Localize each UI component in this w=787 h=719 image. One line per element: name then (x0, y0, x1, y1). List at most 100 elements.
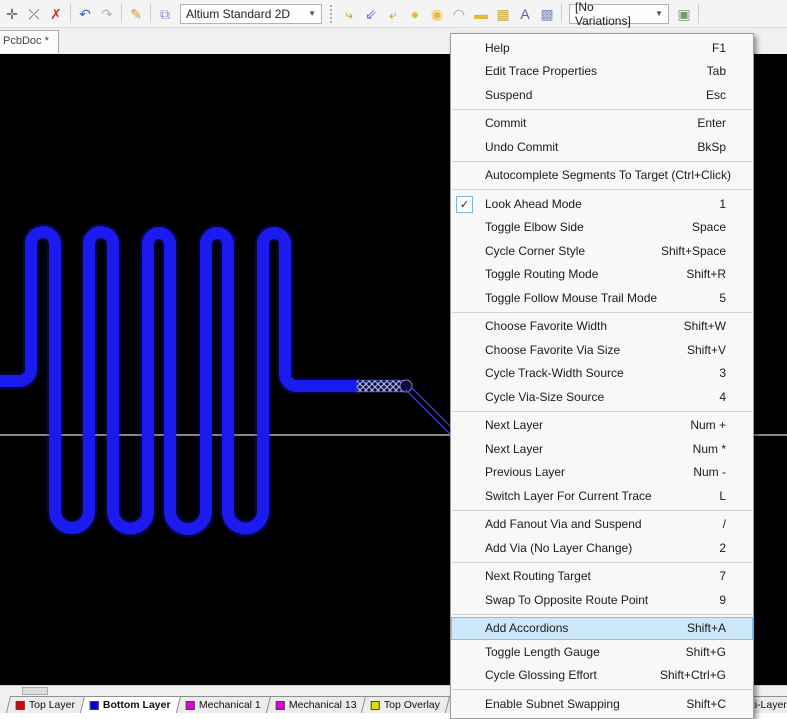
toolbar-icon-glyph: ✗ (50, 7, 62, 21)
menu-item-shortcut: 2 (719, 541, 726, 555)
interactive-routing-icon[interactable]: ⤷ (338, 3, 360, 25)
menu-separator (452, 562, 752, 563)
toolbar-icon-glyph: ⧉ (160, 7, 170, 21)
clear-filter-icon[interactable]: ✗ (45, 3, 67, 25)
context-menu-item[interactable]: ✓ Suspend Esc (451, 83, 753, 107)
menu-item-label: Toggle Elbow Side (485, 220, 684, 234)
view-configuration-dropdown[interactable]: Altium Standard 2D ▼ (180, 4, 322, 24)
menu-item-label: Toggle Length Gauge (485, 645, 678, 659)
menu-item-shortcut: / (723, 517, 726, 531)
context-menu-item[interactable]: ✓ Look Ahead Mode 1 (451, 192, 753, 216)
toolbar-icon-glyph: ⤫ (28, 7, 39, 21)
context-menu-item[interactable]: ✓ Cycle Corner Style Shift+Space (451, 239, 753, 263)
layer-color-swatch (16, 701, 25, 710)
toolbar-icon-glyph: ▬ (474, 7, 488, 21)
variations-dropdown[interactable]: [No Variations] ▼ (569, 4, 669, 24)
toolbar-separator (121, 4, 122, 23)
context-menu-item[interactable]: ✓ Add Via (No Layer Change) 2 (451, 536, 753, 560)
diff-pair-routing-icon[interactable]: ⤶ (382, 3, 404, 25)
layer-tab[interactable]: Bottom Layer (80, 696, 181, 713)
context-menu-item[interactable]: ✓ Add Fanout Via and Suspend / (451, 513, 753, 537)
pad-array-icon[interactable]: ▦ (492, 3, 514, 25)
magic-wand-icon[interactable]: ✎ (125, 3, 147, 25)
context-menu-item[interactable]: ✓ Switch Layer For Current Trace L (451, 484, 753, 508)
cursor-jump-icon[interactable]: ✛ (1, 3, 23, 25)
layer-color-swatch (90, 701, 99, 710)
context-menu-item[interactable]: ✓ Next Layer Num * (451, 437, 753, 461)
document-tab-pcbdoc[interactable]: PcbDoc * (0, 30, 59, 53)
context-menu-item[interactable]: ✓ Cycle Via-Size Source 4 (451, 385, 753, 409)
menu-item-shortcut: F1 (712, 41, 726, 55)
layer-tab-label: Bottom Layer (103, 699, 171, 711)
context-menu-item[interactable]: ✓ Choose Favorite Via Size Shift+V (451, 338, 753, 362)
context-menu-item[interactable]: ✓ Cycle Glossing Effort Shift+Ctrl+G (451, 664, 753, 688)
menu-item-shortcut: Tab (707, 64, 726, 78)
serpentine-trace (0, 232, 360, 529)
toolbar-grip-handle[interactable] (330, 5, 334, 23)
menu-item-shortcut: 4 (719, 390, 726, 404)
context-menu-item[interactable]: ✓ Undo Commit BkSp (451, 135, 753, 159)
redo-icon[interactable]: ↷ (96, 3, 118, 25)
route-arrow-icon[interactable]: ⇙ (360, 3, 382, 25)
menu-item-label: Commit (485, 116, 689, 130)
context-menu-item[interactable]: ✓ Cycle Track-Width Source 3 (451, 362, 753, 386)
layer-tab[interactable]: Top Layer (6, 696, 85, 713)
toolbar-icon-glyph: ⤷ (345, 7, 353, 21)
context-menu-item[interactable]: ✓ Toggle Length Gauge Shift+G (451, 640, 753, 664)
context-menu-item[interactable]: ✓ Help F1 (451, 36, 753, 60)
string-icon[interactable]: A (514, 3, 536, 25)
toolbar-icon-glyph: ▦ (496, 7, 509, 21)
via-icon[interactable]: ◉ (426, 3, 448, 25)
pad-icon[interactable]: ● (404, 3, 426, 25)
undo-icon[interactable]: ↶ (74, 3, 96, 25)
break-track-icon[interactable]: ⤫ (23, 3, 45, 25)
context-menu-item[interactable]: ✓ Toggle Follow Mouse Trail Mode 5 (451, 286, 753, 310)
view-configuration-icon[interactable]: ⧉ (154, 3, 176, 25)
layer-tab[interactable]: Mechanical 1 (176, 696, 271, 713)
main-toolbar: ✛ ⤫ ✗ ↶ ↷ ✎ ⧉ Altium Standard 2D ▼ (0, 0, 787, 28)
menu-item-shortcut: Shift+A (687, 621, 726, 635)
menu-item-label: Choose Favorite Via Size (485, 343, 679, 357)
horizontal-scrollbar-thumb[interactable] (22, 687, 48, 695)
layer-tab-label: Mechanical 1 (199, 699, 261, 711)
arc-icon[interactable]: ◠ (448, 3, 470, 25)
context-menu-item[interactable]: ✓ Toggle Elbow Side Space (451, 216, 753, 240)
context-menu-item[interactable]: ✓ Add Accordions Shift+A (451, 617, 753, 641)
toolbar-icon-glyph: ⤶ (389, 7, 397, 21)
menu-item-label: Look Ahead Mode (485, 197, 711, 211)
layer-tab[interactable]: Mechanical 13 (266, 696, 367, 713)
menu-item-label: Add Accordions (485, 621, 679, 635)
menu-item-shortcut: 7 (719, 569, 726, 583)
context-menu-item[interactable]: ✓ Next Routing Target 7 (451, 565, 753, 589)
context-menu-item[interactable]: ✓ Autocomplete Segments To Target (Ctrl+… (451, 164, 753, 188)
menu-item-shortcut: Shift+V (687, 343, 726, 357)
layer-tab-label: Top Overlay (384, 699, 440, 711)
menu-item-label: Autocomplete Segments To Target (Ctrl+Cl… (485, 168, 731, 182)
menu-item-label: Next Layer (485, 418, 682, 432)
context-menu-item[interactable]: ✓ Commit Enter (451, 112, 753, 136)
context-menu-item[interactable]: ✓ Enable Subnet Swapping Shift+C (451, 692, 753, 716)
context-menu-item[interactable]: ✓ Previous Layer Num - (451, 461, 753, 485)
menu-separator (452, 411, 752, 412)
menu-item-shortcut: Shift+R (686, 267, 726, 281)
chevron-down-icon: ▼ (655, 9, 663, 18)
layer-tab[interactable]: Top Overlay (361, 696, 450, 713)
menu-item-label: Suspend (485, 88, 698, 102)
menu-item-label: Swap To Opposite Route Point (485, 593, 711, 607)
context-menu-item[interactable]: ✓ Next Layer Num + (451, 414, 753, 438)
menu-item-shortcut: Shift+G (686, 645, 726, 659)
variant-icon[interactable]: ▣ (673, 3, 695, 25)
context-menu-item[interactable]: ✓ Swap To Opposite Route Point 9 (451, 588, 753, 612)
fill-icon[interactable]: ▬ (470, 3, 492, 25)
menu-item-label: Toggle Follow Mouse Trail Mode (485, 291, 711, 305)
menu-item-label: Switch Layer For Current Trace (485, 489, 711, 503)
context-menu-item[interactable]: ✓ Choose Favorite Width Shift+W (451, 315, 753, 339)
component-icon[interactable]: ▩ (536, 3, 558, 25)
menu-item-shortcut: 3 (719, 366, 726, 380)
menu-item-label: Undo Commit (485, 140, 689, 154)
context-menu-item[interactable]: ✓ Toggle Routing Mode Shift+R (451, 263, 753, 287)
menu-separator (452, 614, 752, 615)
menu-item-shortcut: L (719, 489, 726, 503)
dropdown-label: Altium Standard 2D (186, 7, 290, 21)
context-menu-item[interactable]: ✓ Edit Trace Properties Tab (451, 60, 753, 84)
